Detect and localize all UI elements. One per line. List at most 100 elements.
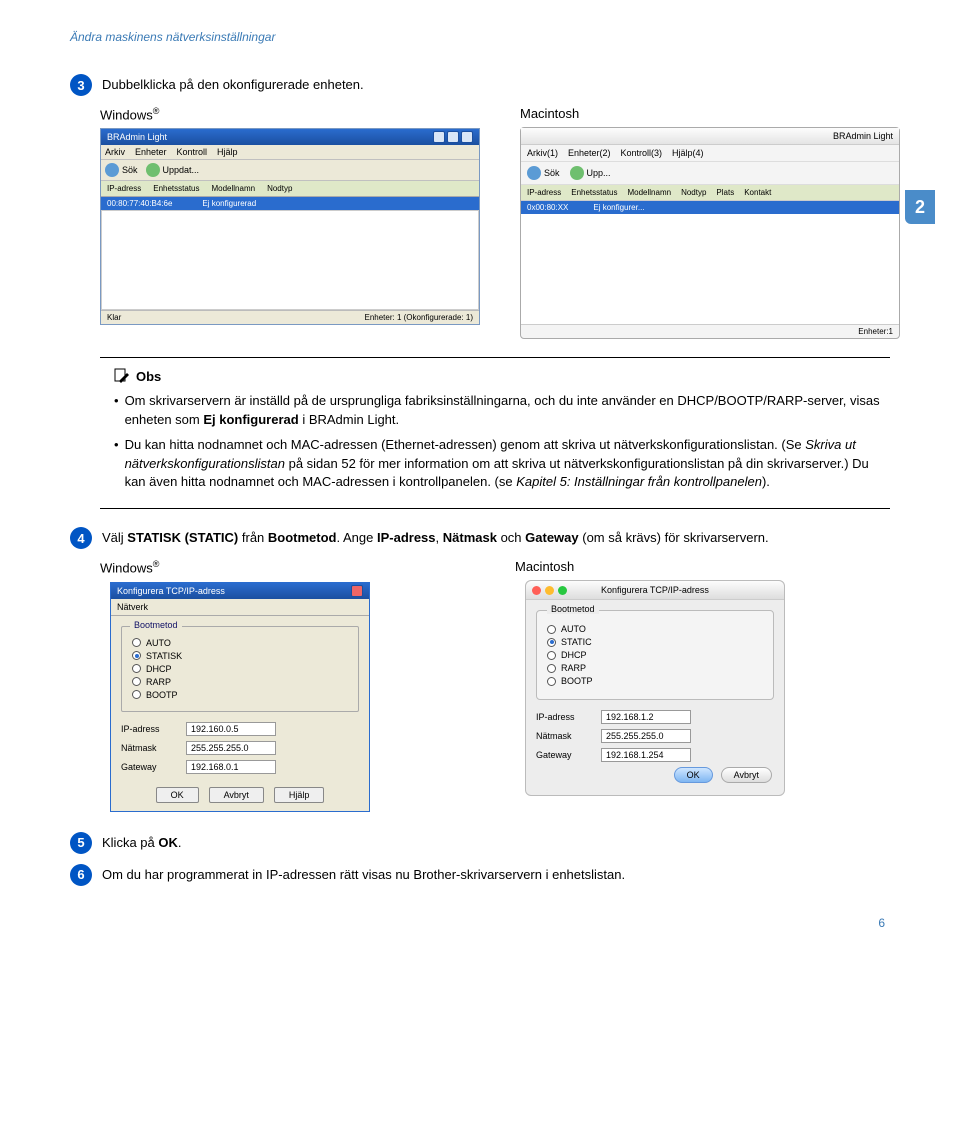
col-plats[interactable]: Plats bbox=[716, 188, 734, 197]
mac-bootmethod-group: Bootmetod AUTO STATIC DHCP RARP BOOTP bbox=[536, 610, 774, 700]
col-status[interactable]: Enhetsstatus bbox=[153, 184, 199, 193]
menu-kontroll[interactable]: Kontroll bbox=[177, 147, 208, 157]
refresh-button[interactable]: Uppdat... bbox=[146, 163, 200, 177]
col-model[interactable]: Modellnamn bbox=[211, 184, 255, 193]
step-4: 4 Välj STATISK (STATIC) från Bootmetod. … bbox=[70, 527, 890, 549]
windows-dialog-title: Konfigurera TCP/IP-adress bbox=[117, 586, 225, 596]
mac-radio-dhcp[interactable]: DHCP bbox=[547, 650, 763, 660]
screenshot-row-1: Windows® BRAdmin Light Arkiv Enheter Kon… bbox=[100, 106, 890, 339]
window-control-buttons[interactable] bbox=[433, 131, 473, 143]
step-number-3: 3 bbox=[70, 74, 92, 96]
radio-icon bbox=[132, 638, 141, 647]
mac-cancel-button[interactable]: Avbryt bbox=[721, 767, 772, 783]
step-6-text: Om du har programmerat in IP-adressen rä… bbox=[102, 864, 625, 884]
mac-refresh-button[interactable]: Upp... bbox=[570, 166, 611, 180]
col-nodetype[interactable]: Nodtyp bbox=[681, 188, 706, 197]
mac-column-headers[interactable]: IP-adress Enhetsstatus Modellnamn Nodtyp… bbox=[521, 185, 899, 201]
windows-list-body bbox=[101, 210, 479, 310]
screenshot-row-2: Windows® Konfigurera TCP/IP-adress Nätve… bbox=[100, 559, 890, 811]
col-ip[interactable]: IP-adress bbox=[107, 184, 141, 193]
radio-bootp[interactable]: BOOTP bbox=[132, 690, 348, 700]
mac-status-text: Enheter:1 bbox=[858, 327, 893, 336]
mac-radio-bootp[interactable]: BOOTP bbox=[547, 676, 763, 686]
ok-button[interactable]: OK bbox=[156, 787, 199, 803]
device-row-selected[interactable]: 00:80:77:40:B4:6e Ej konfigurerad bbox=[101, 197, 479, 210]
mac-radio-static[interactable]: STATIC bbox=[547, 637, 763, 647]
search-icon bbox=[105, 163, 119, 177]
windows-column-headers[interactable]: IP-adress Enhetsstatus Modellnamn Nodtyp bbox=[101, 181, 479, 197]
mac-bradmin-window: BRAdmin Light Arkiv(1) Enheter(2) Kontro… bbox=[520, 127, 900, 339]
bootmethod-group-title: Bootmetod bbox=[130, 620, 182, 630]
windows-dialog-titlebar: Konfigurera TCP/IP-adress bbox=[111, 583, 369, 599]
step-number-6: 6 bbox=[70, 864, 92, 886]
ip-input[interactable]: 192.160.0.5 bbox=[186, 722, 276, 736]
note-box: Obs • Om skrivarservern är inställd på d… bbox=[100, 357, 890, 509]
mac-radio-auto[interactable]: AUTO bbox=[547, 624, 763, 634]
col-nodetype[interactable]: Nodtyp bbox=[267, 184, 292, 193]
mac-device-row-selected[interactable]: 0x00:80:XX Ej konfigurer... bbox=[521, 201, 899, 214]
radio-rarp[interactable]: RARP bbox=[132, 677, 348, 687]
macintosh-label: Macintosh bbox=[520, 106, 900, 121]
mac-dialog-title: Konfigurera TCP/IP-adress bbox=[601, 585, 709, 595]
close-button[interactable] bbox=[351, 585, 363, 597]
mac-dialog-buttons: OK Avbryt bbox=[526, 767, 784, 795]
col-kontakt[interactable]: Kontakt bbox=[744, 188, 771, 197]
cancel-button[interactable]: Avbryt bbox=[209, 787, 264, 803]
step-6: 6 Om du har programmerat in IP-adressen … bbox=[70, 864, 890, 886]
mac-search-button[interactable]: Sök bbox=[527, 166, 560, 180]
macintosh-label-2: Macintosh bbox=[515, 559, 890, 574]
mac-gateway-input[interactable]: 192.168.1.254 bbox=[601, 748, 691, 762]
search-button[interactable]: Sök bbox=[105, 163, 138, 177]
menu-enheter[interactable]: Enheter bbox=[135, 147, 167, 157]
mac-traffic-lights[interactable] bbox=[532, 586, 567, 595]
gateway-label: Gateway bbox=[121, 762, 176, 772]
col-ip[interactable]: IP-adress bbox=[527, 188, 561, 197]
mac-menu-kontroll[interactable]: Kontroll(3) bbox=[621, 148, 663, 158]
radio-icon bbox=[547, 664, 556, 673]
mac-menu-arkiv[interactable]: Arkiv(1) bbox=[527, 148, 558, 158]
mac-menubar[interactable]: Arkiv(1) Enheter(2) Kontroll(3) Hjälp(4) bbox=[521, 145, 899, 162]
dialog-buttons: OK Avbryt Hjälp bbox=[111, 779, 369, 811]
mac-netmask-row: Nätmask 255.255.255.0 bbox=[536, 729, 774, 743]
mac-netmask-input[interactable]: 255.255.255.0 bbox=[601, 729, 691, 743]
radio-statisk[interactable]: STATISK bbox=[132, 651, 348, 661]
note-item-2: • Du kan hitta nodnamnet och MAC-adresse… bbox=[114, 436, 880, 493]
menu-arkiv[interactable]: Arkiv bbox=[105, 147, 125, 157]
mac-ok-button[interactable]: OK bbox=[674, 767, 713, 783]
mac-title-text: BRAdmin Light bbox=[833, 131, 893, 141]
mac-dialog-titlebar: Konfigurera TCP/IP-adress bbox=[526, 581, 784, 600]
mac-radio-rarp[interactable]: RARP bbox=[547, 663, 763, 673]
menu-hjalp[interactable]: Hjälp bbox=[217, 147, 238, 157]
status-right: Enheter: 1 (Okonfigurerade: 1) bbox=[364, 313, 473, 322]
search-icon bbox=[527, 166, 541, 180]
radio-dhcp[interactable]: DHCP bbox=[132, 664, 348, 674]
refresh-icon bbox=[570, 166, 584, 180]
bullet-icon: • bbox=[114, 436, 119, 493]
help-button[interactable]: Hjälp bbox=[274, 787, 325, 803]
step-5-text: Klicka på OK. bbox=[102, 832, 182, 852]
mac-menu-enheter[interactable]: Enheter(2) bbox=[568, 148, 611, 158]
radio-icon bbox=[547, 625, 556, 634]
radio-icon bbox=[547, 638, 556, 647]
col-model[interactable]: Modellnamn bbox=[627, 188, 671, 197]
tab-network[interactable]: Nätverk bbox=[111, 599, 369, 616]
mac-menu-hjalp[interactable]: Hjälp(4) bbox=[672, 148, 704, 158]
step-3-text: Dubbelklicka på den okonfigurerade enhet… bbox=[102, 74, 364, 94]
radio-icon bbox=[132, 651, 141, 660]
windows-title-text: BRAdmin Light bbox=[107, 132, 167, 142]
note-header: Obs bbox=[114, 368, 880, 384]
windows-menubar[interactable]: Arkiv Enheter Kontroll Hjälp bbox=[101, 145, 479, 160]
mac-ip-input[interactable]: 192.168.1.2 bbox=[601, 710, 691, 724]
breadcrumb: Ändra maskinens nätverksinställningar bbox=[70, 30, 890, 44]
col-status[interactable]: Enhetsstatus bbox=[571, 188, 617, 197]
mac-gateway-label: Gateway bbox=[536, 750, 591, 760]
netmask-input[interactable]: 255.255.255.0 bbox=[186, 741, 276, 755]
status-left: Klar bbox=[107, 313, 121, 322]
radio-icon bbox=[132, 664, 141, 673]
gateway-field-row: Gateway 192.168.0.1 bbox=[121, 760, 359, 774]
note-title: Obs bbox=[136, 369, 161, 384]
gateway-input[interactable]: 192.168.0.1 bbox=[186, 760, 276, 774]
radio-auto[interactable]: AUTO bbox=[132, 638, 348, 648]
device-status: Ej konfigurerad bbox=[202, 199, 256, 208]
bootmethod-group: Bootmetod AUTO STATISK DHCP RARP BOOTP bbox=[121, 626, 359, 712]
